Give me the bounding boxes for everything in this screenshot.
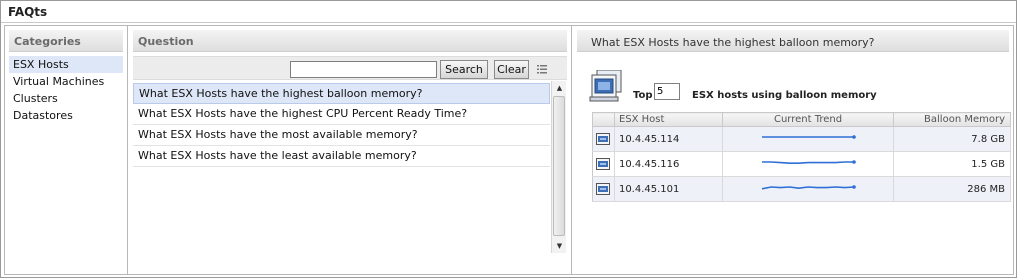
host-cell[interactable]: 10.4.45.114 — [614, 126, 723, 152]
scroll-down-arrow-icon[interactable]: ▼ — [552, 239, 567, 253]
categories-panel: Categories ESX Hosts Virtual Machines Cl… — [5, 26, 128, 274]
trend-endpoint — [852, 160, 856, 164]
top-label: Top — [633, 90, 653, 101]
host-cell[interactable]: 10.4.45.116 — [614, 151, 723, 177]
trend-endpoint — [852, 135, 856, 139]
table-row[interactable]: 10.4.45.116 1.5 GB — [592, 151, 1011, 177]
trend-line — [762, 161, 855, 164]
scroll-up-arrow-icon[interactable]: ▲ — [552, 81, 567, 95]
memory-cell: 7.8 GB — [893, 126, 1011, 152]
trend-column-header[interactable]: Current Trend — [722, 112, 895, 127]
esx-host-icon — [596, 132, 611, 145]
answer-controls: Top ESX hosts using balloon memory — [589, 70, 1009, 104]
faqts-body: Categories ESX Hosts Virtual Machines Cl… — [4, 25, 1014, 275]
question-item[interactable]: What ESX Hosts have the least available … — [133, 146, 550, 167]
question-item[interactable]: What ESX Hosts have the highest balloon … — [133, 83, 550, 104]
esx-host-icon — [596, 157, 611, 170]
question-item[interactable]: What ESX Hosts have the highest CPU Perc… — [133, 104, 550, 125]
scrollbar-thumb[interactable] — [553, 96, 565, 236]
questions-toolbar: Search Clear — [133, 56, 567, 80]
table-row[interactable]: 10.4.45.114 7.8 GB — [592, 126, 1011, 152]
memory-cell: 1.5 GB — [893, 151, 1011, 177]
results-table: ESX Host Current Trend Balloon Memory 10… — [592, 112, 1011, 202]
trend-endpoint — [852, 185, 856, 189]
questions-scrollbar[interactable]: ▲ ▼ — [551, 81, 566, 253]
questions-panel: Question Search Clear What ESX Hosts hav… — [129, 26, 572, 274]
categories-header: Categories — [9, 30, 123, 52]
host-cell[interactable]: 10.4.45.101 — [614, 176, 723, 202]
trend-sparkline — [761, 185, 856, 190]
trend-sparkline — [762, 160, 856, 164]
memory-column-header[interactable]: Balloon Memory — [893, 112, 1011, 127]
trend-sparkline — [762, 135, 856, 139]
question-item[interactable]: What ESX Hosts have the most available m… — [133, 125, 550, 146]
table-row[interactable]: 10.4.45.101 286 MB — [592, 176, 1011, 202]
category-virtual-machines[interactable]: Virtual Machines — [9, 73, 123, 90]
category-datastores[interactable]: Datastores — [9, 107, 123, 124]
column-menu-icon[interactable] — [536, 63, 548, 75]
question-search-input[interactable] — [290, 61, 437, 78]
host-column-header[interactable]: ESX Host — [614, 112, 723, 127]
trend-line — [761, 186, 855, 190]
answer-panel: What ESX Hosts have the highest balloon … — [573, 26, 1013, 274]
answer-header: What ESX Hosts have the highest balloon … — [577, 30, 1009, 52]
questions-header: Question — [133, 30, 567, 52]
icon-column-header — [592, 112, 615, 127]
category-clusters[interactable]: Clusters — [9, 90, 123, 107]
esx-host-icon — [589, 70, 622, 102]
category-esx-hosts[interactable]: ESX Hosts — [9, 56, 123, 73]
faqts-window: FAQts Categories ESX Hosts Virtual Machi… — [0, 0, 1017, 278]
search-button[interactable]: Search — [440, 60, 488, 79]
questions-list: What ESX Hosts have the highest balloon … — [133, 83, 550, 167]
categories-list: ESX Hosts Virtual Machines Clusters Data… — [9, 56, 123, 124]
window-title: FAQts — [1, 1, 1016, 23]
top-count-input[interactable] — [654, 83, 680, 100]
esx-host-icon — [596, 182, 611, 195]
top-suffix-label: ESX hosts using balloon memory — [692, 90, 877, 101]
clear-button[interactable]: Clear — [494, 60, 529, 79]
memory-cell: 286 MB — [893, 176, 1011, 202]
